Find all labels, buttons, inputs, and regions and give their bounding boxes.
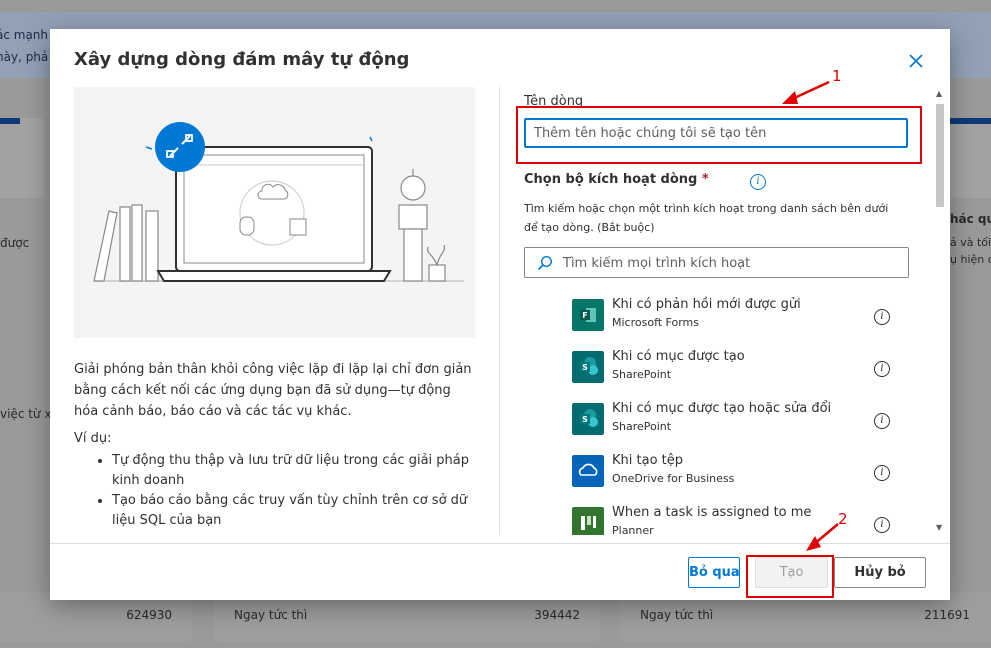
background-snippet: được (0, 236, 30, 250)
flow-name-input[interactable] (524, 118, 908, 148)
trigger-item[interactable]: S Khi có mục được tạo SharePoint i (572, 349, 902, 401)
trigger-label: Chọn bộ kích hoạt dòng * (524, 172, 709, 187)
svg-text:F: F (582, 311, 587, 320)
background-snippet: ả và tối (950, 236, 991, 249)
search-icon (537, 255, 553, 271)
skip-button[interactable]: Bỏ qua (688, 557, 740, 588)
svg-text:S: S (582, 363, 588, 372)
svg-text:S: S (582, 415, 588, 424)
sharepoint-icon: S (572, 403, 604, 435)
card-count: 624930 (126, 608, 172, 622)
trigger-item[interactable]: F Khi có phản hồi mới được gửi Microsoft… (572, 297, 902, 349)
background-snippet: hác qu (950, 212, 991, 226)
scroll-down-icon[interactable]: ▼ (936, 523, 944, 532)
forms-icon: F (572, 299, 604, 331)
build-flow-dialog: Xây dựng dòng đám mây tự động Giải phóng… (50, 29, 950, 600)
trigger-connector: SharePoint (612, 368, 672, 381)
flow-form: Tên dòng Chọn bộ kích hoạt dòng * i Tìm … (524, 87, 910, 535)
trigger-connector: Microsoft Forms (612, 316, 699, 329)
trigger-name: Khi tạo tệp (612, 453, 684, 468)
background-card-left (0, 118, 44, 198)
info-icon[interactable]: i (874, 309, 890, 325)
dialog-description: Giải phóng bản thân khỏi công việc lặp đ… (74, 362, 472, 419)
trigger-search-input[interactable] (561, 252, 900, 275)
required-asterisk: * (701, 172, 709, 187)
flow-name-label: Tên dòng (524, 94, 584, 109)
info-icon[interactable]: i (874, 361, 890, 377)
trigger-list: F Khi có phản hồi mới được gửi Microsoft… (572, 297, 902, 535)
trigger-name: Khi có mục được tạo hoặc sửa đổi (612, 401, 832, 416)
info-icon[interactable]: i (874, 413, 890, 429)
trigger-item[interactable]: Khi tạo tệp OneDrive for Business i (572, 453, 902, 505)
trigger-connector: OneDrive for Business (612, 472, 735, 485)
scroll-thumb[interactable] (936, 104, 944, 207)
cancel-button[interactable]: Hủy bỏ (834, 557, 926, 588)
planner-icon (572, 507, 604, 535)
background-card-right (948, 118, 991, 198)
footer-divider (50, 543, 950, 544)
trigger-search-box[interactable] (524, 247, 909, 278)
trigger-list-scrollbar[interactable]: ▲ ▼ (934, 87, 946, 535)
example-item: Tự động thu thập và lưu trữ dữ liệu tron… (112, 451, 492, 491)
close-icon (909, 54, 923, 68)
background-snippet: việc từ x (0, 407, 52, 421)
info-icon[interactable]: i (874, 465, 890, 481)
close-button[interactable] (906, 51, 926, 71)
banner-line-2: này, phả (0, 50, 49, 64)
example-list: Tự động thu thập và lưu trữ dữ liệu tron… (94, 451, 492, 531)
trigger-name: When a task is assigned to me (612, 505, 812, 520)
example-item: Tạo báo cáo bằng các truy vấn tùy chỉnh … (112, 491, 492, 531)
trigger-item[interactable]: S Khi có mục được tạo hoặc sửa đổi Share… (572, 401, 902, 453)
trigger-name: Khi có mục được tạo (612, 349, 745, 364)
card-count: 394442 (534, 608, 580, 622)
create-button[interactable]: Tạo (755, 557, 828, 588)
card-label: Ngay tức thì (234, 608, 308, 622)
banner-line-1: ác mạnh (0, 28, 49, 42)
card-count: 211691 (924, 608, 970, 622)
info-icon[interactable]: i (874, 517, 890, 533)
scroll-up-icon[interactable]: ▲ (936, 89, 944, 98)
onedrive-icon (572, 455, 604, 487)
dialog-title: Xây dựng dòng đám mây tự động (74, 49, 410, 70)
background-snippet: ụ hiện c (950, 253, 991, 266)
card-label: Ngay tức thì (640, 608, 714, 622)
trigger-help-text: Tìm kiếm hoặc chọn một trình kích hoạt t… (524, 202, 889, 234)
column-divider (499, 87, 500, 535)
info-icon[interactable]: i (750, 174, 766, 190)
trigger-name: Khi có phản hồi mới được gửi (612, 297, 801, 312)
trigger-connector: SharePoint (612, 420, 672, 433)
laptop-illustration (74, 87, 475, 338)
trigger-item[interactable]: When a task is assigned to me Planner i (572, 505, 902, 535)
sharepoint-icon: S (572, 351, 604, 383)
trigger-connector: Planner (612, 524, 654, 535)
example-label: Ví dụ: (74, 431, 112, 446)
